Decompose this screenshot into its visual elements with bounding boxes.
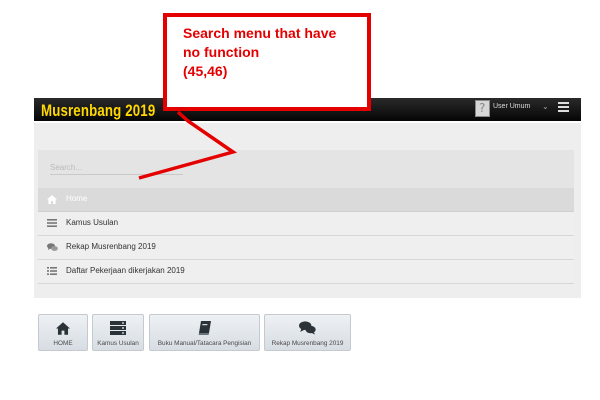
menu-item-kamus-usulan[interactable]: Kamus Usulan — [38, 212, 574, 236]
user-avatar-icon[interactable] — [475, 100, 490, 117]
tile-label: Rekap Musrenbang 2019 — [271, 340, 344, 347]
user-menu-label[interactable]: User Umum — [493, 103, 530, 110]
list-icon — [47, 219, 59, 229]
chevron-down-icon[interactable]: ⌄ — [542, 102, 549, 111]
comments-icon — [47, 243, 59, 253]
tile-label: Buku Manual/Tatacara Pengisian — [157, 340, 252, 347]
annotation-callout: Search menu that have no function (45,46… — [163, 13, 371, 111]
menu-item-label: Home — [66, 194, 88, 203]
tile-label: Kamus Usulan — [97, 340, 139, 347]
menu-item-label: Rekap Musrenbang 2019 — [66, 242, 156, 251]
menu-item-label: Daftar Pekerjaan dikerjakan 2019 — [66, 266, 185, 275]
tile-buku-manual[interactable]: Buku Manual/Tatacara Pengisian — [149, 314, 260, 351]
brand-logo[interactable]: Musrenbang 2019 — [41, 101, 155, 121]
server-list-icon — [93, 320, 143, 335]
book-icon — [150, 320, 259, 335]
menu-item-daftar-pekerjaan[interactable]: Daftar Pekerjaan dikerjakan 2019 — [38, 260, 574, 284]
annotation-text: Search menu that have no function (45,46… — [183, 25, 337, 79]
tile-rekap-musrenbang[interactable]: Rekap Musrenbang 2019 — [264, 314, 351, 351]
menu-item-rekap-musrenbang[interactable]: Rekap Musrenbang 2019 — [38, 236, 574, 260]
hamburger-icon[interactable] — [558, 102, 569, 112]
list-icon — [47, 267, 59, 277]
tile-kamus-usulan[interactable]: Kamus Usulan — [92, 314, 144, 351]
home-icon — [39, 320, 87, 335]
menu-item-label: Kamus Usulan — [66, 218, 119, 227]
menu-item-home[interactable]: Home — [38, 188, 574, 212]
comments-icon — [265, 320, 350, 335]
tile-home[interactable]: HOME — [38, 314, 88, 351]
home-icon — [47, 195, 59, 205]
tile-label: HOME — [53, 340, 73, 347]
search-input[interactable] — [50, 160, 183, 175]
